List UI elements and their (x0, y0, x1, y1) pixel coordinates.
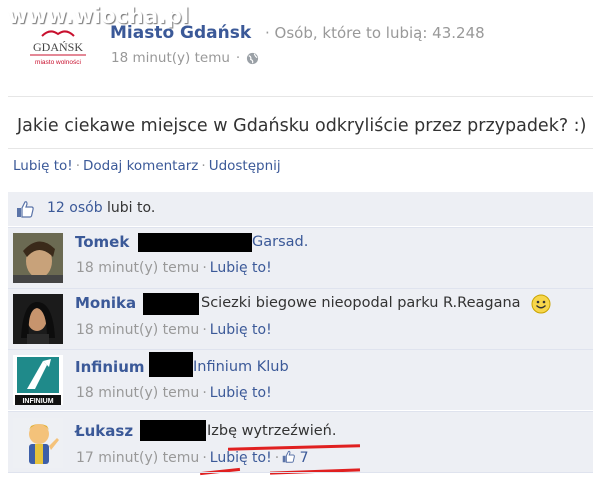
redaction-bar (143, 293, 199, 315)
meta-separator: · (202, 385, 207, 401)
divider (8, 472, 593, 473)
share-button[interactable]: Udostępnij (209, 158, 281, 174)
thumbs-up-icon (17, 201, 34, 218)
divider (8, 96, 593, 97)
likes-summary: 12 osób lubi to. (47, 200, 155, 216)
comment-timestamp[interactable]: 18 minut(y) temu (76, 260, 199, 276)
comment-button[interactable]: Dodaj komentarz (83, 158, 198, 174)
post-meta: 18 minut(y) temu · (111, 50, 259, 66)
comment-text[interactable]: Garsad. (252, 234, 308, 250)
page-avatar-logo[interactable]: GDAŃSK miasto wolności (22, 22, 94, 70)
commenter-name[interactable]: Łukasz (75, 422, 133, 440)
comment-timestamp[interactable]: 18 minut(y) temu (76, 322, 199, 338)
redaction-bar (138, 233, 252, 252)
thumbs-up-icon (282, 450, 296, 463)
comment-like-button[interactable]: Lubię to! (210, 385, 272, 401)
divider (8, 148, 593, 149)
comment-like-count[interactable]: 7 (282, 450, 309, 466)
comment-like-button[interactable]: Lubię to! (210, 450, 272, 466)
svg-text:miasto wolności: miasto wolności (35, 59, 81, 66)
like-count-value: 7 (299, 450, 309, 466)
comment-timestamp[interactable]: 17 minut(y) temu (76, 450, 199, 466)
svg-text:GDAŃSK: GDAŃSK (33, 40, 83, 54)
commenter-avatar[interactable]: INFINIUM (13, 355, 63, 405)
comment-text[interactable]: Infinium Klub (193, 359, 289, 375)
svg-text:INFINIUM: INFINIUM (22, 398, 53, 405)
page-likes-count: · Osób, które to lubią: 43.248 (265, 24, 485, 42)
comment-text: Izbę wytrzeźwień. (207, 423, 337, 439)
comment-like-button[interactable]: Lubię to! (210, 322, 272, 338)
action-separator: · (201, 158, 206, 174)
comment-meta: 17 minut(y) temu · Lubię to! · 7 (76, 450, 309, 466)
meta-separator: · (202, 450, 207, 466)
comment-text: Sciezki biegowe nieopodal parku R.Reagan… (201, 295, 521, 311)
commenter-avatar[interactable] (13, 294, 63, 344)
meta-separator: · (202, 260, 207, 276)
meta-separator: · (202, 322, 207, 338)
comment-meta: 18 minut(y) temu · Lubię to! (76, 322, 272, 338)
likes-suffix: lubi to. (102, 200, 156, 216)
commenter-name[interactable]: Infinium (75, 358, 145, 376)
comment-meta: 18 minut(y) temu · Lubię to! (76, 260, 272, 276)
meta-separator: · (274, 450, 280, 466)
comment-timestamp[interactable]: 18 minut(y) temu (76, 385, 199, 401)
redaction-bar (149, 352, 193, 377)
commenter-name[interactable]: Tomek (75, 233, 129, 251)
redaction-bar (140, 420, 206, 441)
post-actions: Lubię to! · Dodaj komentarz · Udostępnij (13, 158, 281, 174)
meta-separator: · (235, 50, 241, 66)
post-timestamp[interactable]: 18 minut(y) temu (111, 50, 230, 66)
commenter-avatar[interactable] (13, 418, 63, 468)
comment-like-button[interactable]: Lubię to! (210, 260, 272, 276)
smiley-emoticon-icon (531, 294, 551, 314)
page-title[interactable]: Miasto Gdańsk (110, 23, 251, 43)
likes-count-link[interactable]: 12 osób (47, 200, 103, 216)
like-button[interactable]: Lubię to! (13, 158, 73, 174)
globe-icon (247, 52, 259, 64)
commenter-avatar[interactable] (13, 233, 63, 283)
commenter-name[interactable]: Monika (75, 294, 136, 312)
action-separator: · (75, 158, 81, 174)
post-text: Jakie ciekawe miejsce w Gdańsku odkryliś… (17, 116, 587, 136)
comment-meta: 18 minut(y) temu · Lubię to! (76, 385, 272, 401)
